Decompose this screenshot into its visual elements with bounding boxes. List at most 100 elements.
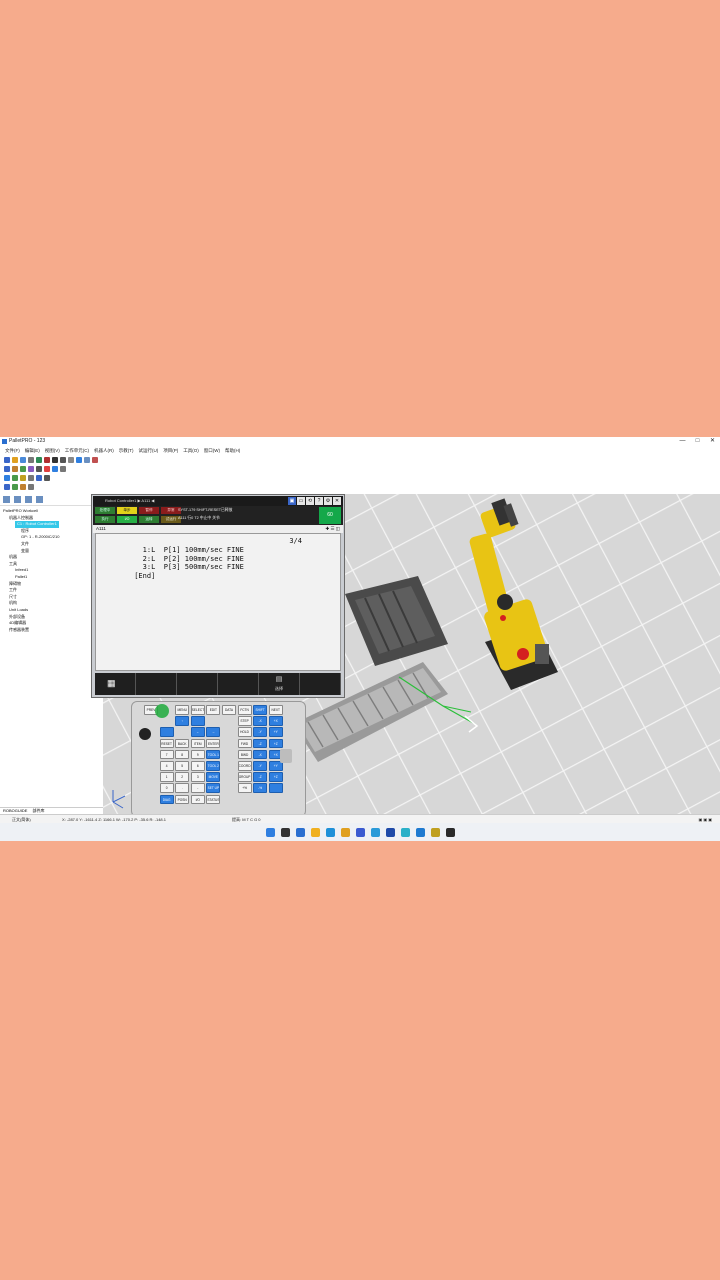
key-diag-help[interactable]: DIAG HELP [159,794,174,805]
key-minus-y[interactable]: -Y [253,727,268,737]
tree-item[interactable]: 机器 [0,554,103,561]
key-4[interactable]: 4 [159,760,174,771]
key-1[interactable]: 1 [159,772,174,782]
key-3[interactable]: 3 [190,772,205,782]
io-icon[interactable] [20,483,26,490]
expand-icon[interactable] [3,496,10,503]
close-button[interactable]: ✕ [705,437,720,446]
filter-icon[interactable] [25,496,32,503]
refresh-icon[interactable] [36,496,43,503]
key-select[interactable]: SELECT [190,705,205,715]
deadman-switch-icon[interactable] [280,749,292,763]
select-icon[interactable] [4,465,10,472]
key-plus-x[interactable]: +X [268,716,283,726]
key-minus-rx[interactable]: -X [253,749,268,760]
key-setup[interactable]: SET UP [206,783,221,793]
key-user[interactable] [190,716,205,726]
tree-item[interactable]: 机构 [0,600,103,607]
key-fwd[interactable]: FWD [237,738,252,749]
key-status[interactable]: STATUS [206,794,221,805]
key-6[interactable]: 6 [190,760,205,771]
menu-file[interactable]: 文件(F) [5,446,20,455]
key-minus-z[interactable]: -Z [253,738,268,749]
key-fctn[interactable]: FCTN [237,705,252,715]
key-io[interactable]: I/O [190,794,205,805]
stop-icon[interactable] [44,456,50,463]
log-icon[interactable] [28,483,34,490]
record-icon[interactable] [68,456,74,463]
pendant-help-icon[interactable]: ? [315,497,323,505]
menu-edit[interactable]: 编辑(E) [25,446,40,455]
key-plus-y[interactable]: +Y [268,727,283,737]
program-line[interactable]: 1:L P[1] 100mm/sec FINE [130,546,244,555]
key-plus-percent[interactable]: +% [237,783,252,793]
menu-project[interactable]: 项目(P) [163,446,178,455]
teach-pendant-icon[interactable] [4,474,10,481]
key-step[interactable]: STEP [237,716,252,726]
menu-teach[interactable]: 示教(T) [119,446,134,455]
file-explorer-icon[interactable] [310,827,320,837]
pendant-view-icons[interactable]: ✚ ☰ ◫ [325,525,340,533]
f4-key[interactable]: ▤ 选择 [259,673,300,695]
move-icon[interactable] [12,465,18,472]
menu-cell[interactable]: 工作单元(C) [65,446,89,455]
menu-robot[interactable]: 机器人(R) [94,446,114,455]
maximize-button[interactable]: □ [690,437,705,446]
program-line[interactable]: 2:L P[2] 100mm/sec FINE [130,555,244,564]
key-enter[interactable]: ENTER [206,738,221,749]
menu-view[interactable]: 视图(V) [45,446,60,455]
palletpro-icon[interactable] [430,827,440,837]
menu-help[interactable]: 帮助(H) [225,446,240,455]
key-8[interactable]: 8 [175,749,190,760]
key-group[interactable]: GROUP [237,772,252,782]
mail-icon[interactable] [400,827,410,837]
tree-item[interactable]: 程序 [0,528,103,535]
open-icon[interactable] [12,456,18,463]
settings-icon[interactable] [44,474,50,481]
key-plus-rz[interactable]: +Z [268,772,283,782]
chat-icon[interactable] [370,827,380,837]
key-right-arrow[interactable]: → [206,727,221,737]
f2-key[interactable] [177,673,218,695]
app-icon[interactable] [385,827,395,837]
key-next[interactable]: NEXT [268,705,283,715]
tree-item[interactable]: 文件 [0,541,103,548]
collapse-icon[interactable] [14,496,21,503]
key-backspace[interactable]: BACK SPACE [175,738,190,749]
menu-grid-icon[interactable]: ▦ [95,673,136,695]
key-minus-rz[interactable]: -Z [253,772,268,782]
grid-icon[interactable] [36,465,42,472]
tree-item[interactable]: 工具 [0,561,103,568]
program-editor[interactable]: 3/4 1:L P[1] 100mm/sec FINE 2:L P[2] 100… [95,533,341,671]
camera-icon[interactable] [76,456,82,463]
key-2[interactable]: 2 [175,772,190,782]
chart-icon[interactable] [4,483,10,490]
task-view-icon[interactable] [280,827,290,837]
key-edit[interactable]: EDIT [206,705,221,715]
key-disp[interactable] [159,727,174,737]
rotate-icon[interactable] [20,465,26,472]
pendant-close-icon[interactable]: ✕ [333,497,341,505]
tree-item[interactable]: 传感器装置 [0,627,103,634]
key-9[interactable]: 9 [190,749,205,760]
key-move-menu[interactable]: MOVE MENU [206,772,221,782]
pendant-refresh-icon[interactable]: ⟲ [306,497,314,505]
key-blank-blue[interactable] [268,783,283,793]
key-minus-ry[interactable]: -Y [253,760,268,771]
target-icon[interactable] [92,456,98,463]
program-line[interactable]: 3:L P[3] 500mm/sec FINE [130,563,244,572]
home-icon[interactable] [12,474,18,481]
key-coord[interactable]: COORD [237,760,252,771]
f5-key[interactable] [300,673,341,695]
f1-key[interactable] [136,673,177,695]
key-plus-z[interactable]: +Z [268,738,283,749]
menu-tools[interactable]: 工具(O) [183,446,199,455]
tree-item[interactable]: PalletPRO Workcell [0,508,103,515]
key-bwd[interactable]: BWD [237,749,252,760]
key-data[interactable]: DATA [221,705,236,715]
zoom-icon[interactable] [36,474,42,481]
key-tool1[interactable]: TOOL 1 [206,749,221,760]
step-icon[interactable] [60,456,66,463]
tree-item[interactable]: 外部设备 [0,614,103,621]
tree-item[interactable]: 尺寸 [0,594,103,601]
